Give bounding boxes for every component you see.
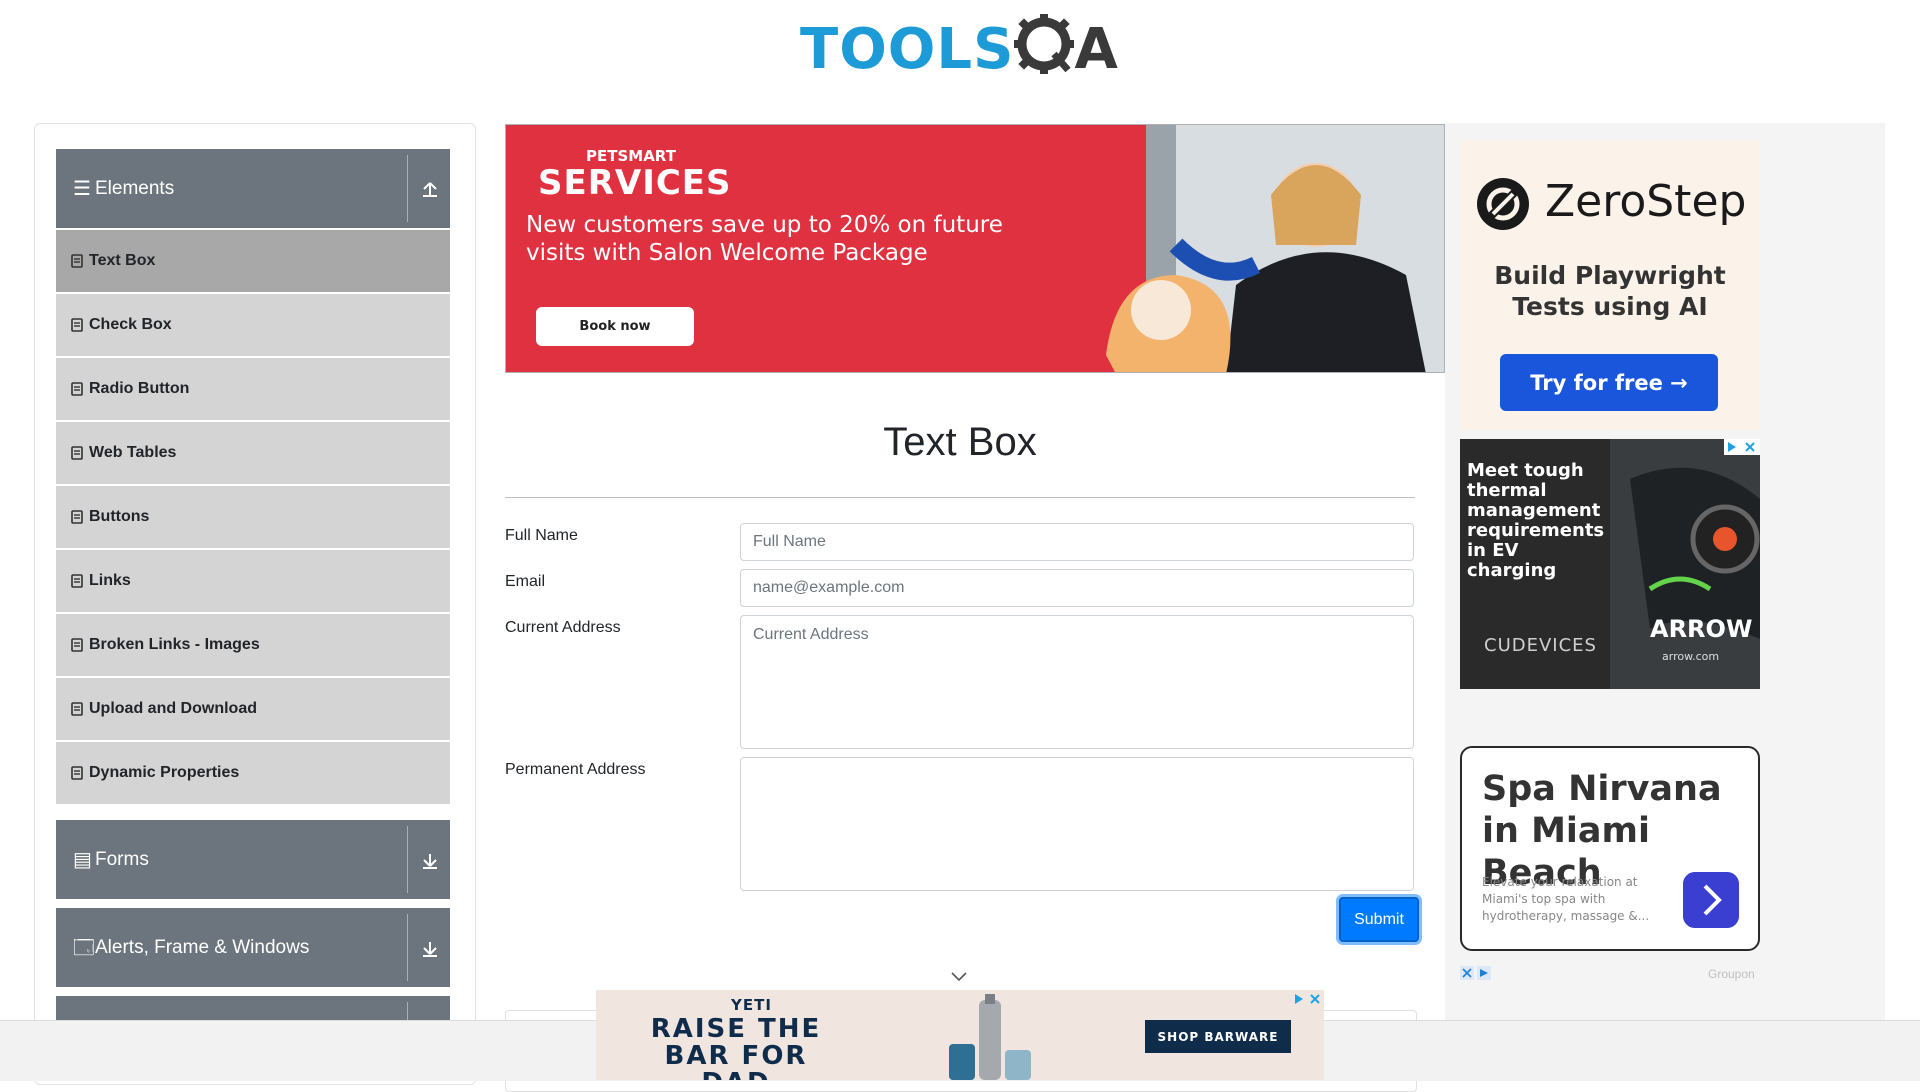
yeti-headline: RAISE THE BAR FOR DAD — [650, 1014, 822, 1081]
arrow-ad[interactable]: Meet tough thermal management requiremen… — [1460, 439, 1760, 689]
toolsqa-logo[interactable]: TOOLS A — [800, 14, 1125, 92]
sidebar-item-label: Broken Links - Images — [89, 636, 260, 653]
document-icon — [71, 510, 83, 524]
permanent-address-textarea[interactable] — [740, 757, 1414, 891]
full-name-input[interactable] — [740, 523, 1414, 561]
ad-choices-icon[interactable] — [1292, 992, 1322, 1006]
sidebar-item-label: Radio Button — [89, 380, 190, 397]
document-icon — [71, 254, 83, 268]
yeti-ad[interactable]: YETI RAISE THE BAR FOR DAD SHOP BARWARE — [596, 990, 1324, 1080]
email-label: Email — [505, 573, 546, 590]
spa-ad[interactable]: Spa Nirvana in Miami Beach Elevate your … — [1460, 746, 1760, 951]
expand-down-icon[interactable] — [418, 848, 442, 872]
expand-down-icon[interactable] — [418, 936, 442, 960]
shop-barware-button[interactable]: SHOP BARWARE — [1145, 1020, 1291, 1053]
separator — [407, 155, 408, 222]
chevron-right-icon[interactable] — [1683, 872, 1739, 928]
sidebar-item-text-box[interactable]: Text Box — [56, 230, 450, 292]
ad-headline: SERVICES — [538, 163, 732, 203]
sidebar-item-upload-download[interactable]: Upload and Download — [56, 678, 450, 740]
petsmart-ad[interactable]: PETSMART SERVICES New customers save up … — [505, 124, 1445, 373]
document-icon — [71, 318, 83, 332]
sidebar-item-radio-button[interactable]: Radio Button — [56, 358, 450, 420]
sidebar-item-label: Dynamic Properties — [89, 764, 240, 781]
window-icon: 🗔 — [73, 936, 95, 959]
barware-image — [949, 994, 1031, 1080]
arrow-ad-copy: Meet tough thermal management requiremen… — [1467, 460, 1605, 581]
page-title: Text Box — [883, 420, 1037, 464]
zerostep-logo-icon — [1477, 178, 1529, 230]
document-icon — [71, 446, 83, 460]
document-icon — [71, 766, 83, 780]
email-input[interactable] — [740, 569, 1414, 607]
sidebar-item-label: Buttons — [89, 508, 150, 525]
group-elements[interactable]: ☰ Elements — [56, 149, 450, 228]
spa-description: Elevate your relaxation at Miami's top s… — [1482, 875, 1650, 923]
sidebar-item-web-tables[interactable]: Web Tables — [56, 422, 450, 484]
try-for-free-button[interactable]: Try for free → — [1500, 354, 1718, 411]
sidebar-item-label: Upload and Download — [89, 700, 257, 717]
logo-text-tools: TOOLS — [800, 17, 1015, 82]
gear-icon — [1014, 14, 1075, 74]
logo-text-qa: A — [1074, 17, 1118, 82]
arrow-logo: ARROW — [1650, 615, 1753, 643]
document-icon — [71, 702, 83, 716]
separator — [407, 826, 408, 893]
document-icon: ▤ — [73, 848, 92, 871]
ad-copy: New customers save up to 20% on future v… — [526, 212, 1003, 266]
permanent-address-label: Permanent Address — [505, 761, 646, 778]
document-icon — [71, 638, 83, 652]
groupon-label: Groupon — [1708, 967, 1755, 981]
title-divider — [505, 497, 1415, 498]
zerostep-brand: ZeroStep — [1545, 176, 1747, 227]
group-label: Alerts, Frame & Windows — [95, 936, 310, 958]
current-address-label: Current Address — [505, 619, 621, 636]
document-icon — [71, 382, 83, 396]
document-icon — [71, 574, 83, 588]
separator — [407, 914, 408, 981]
sidebar-item-label: Check Box — [89, 316, 172, 333]
sidebar-item-buttons[interactable]: Buttons — [56, 486, 450, 548]
group-label: Elements — [95, 177, 175, 199]
sidebar-item-check-box[interactable]: Check Box — [56, 294, 450, 356]
sidebar-item-links[interactable]: Links — [56, 550, 450, 612]
ad-choices-icon[interactable] — [1724, 439, 1760, 455]
zerostep-ad[interactable]: ZeroStep Build Playwright Tests using AI… — [1460, 140, 1760, 430]
full-name-label: Full Name — [505, 527, 578, 544]
book-now-button[interactable]: Book now — [536, 307, 694, 346]
menu-icon: ☰ — [73, 177, 91, 200]
ad-close-icon[interactable] — [1460, 966, 1492, 980]
zerostep-subtitle: Build Playwright Tests using AI — [1494, 261, 1726, 321]
collapse-up-icon[interactable] — [418, 177, 442, 201]
sidebar-item-label: Web Tables — [89, 444, 177, 461]
current-address-textarea[interactable] — [740, 615, 1414, 749]
sidebar-item-dynamic-properties[interactable]: Dynamic Properties — [56, 742, 450, 804]
arrow-url: arrow.com — [1662, 650, 1720, 663]
submit-button[interactable]: Submit — [1339, 897, 1419, 942]
groomer-cat-image — [1026, 125, 1444, 372]
group-forms[interactable]: ▤ Forms — [56, 820, 450, 899]
yeti-logo: YETI — [731, 996, 772, 1014]
cui-devices-logo: CUDEVICES — [1484, 635, 1597, 656]
sidebar-item-broken-links[interactable]: Broken Links - Images — [56, 614, 450, 676]
sidebar-item-label: Links — [89, 572, 131, 589]
chevron-down-icon[interactable] — [950, 971, 968, 983]
group-alerts-frame-windows[interactable]: 🗔 Alerts, Frame & Windows — [56, 908, 450, 987]
sidebar-item-label: Text Box — [89, 252, 156, 269]
group-label: Forms — [95, 848, 149, 870]
